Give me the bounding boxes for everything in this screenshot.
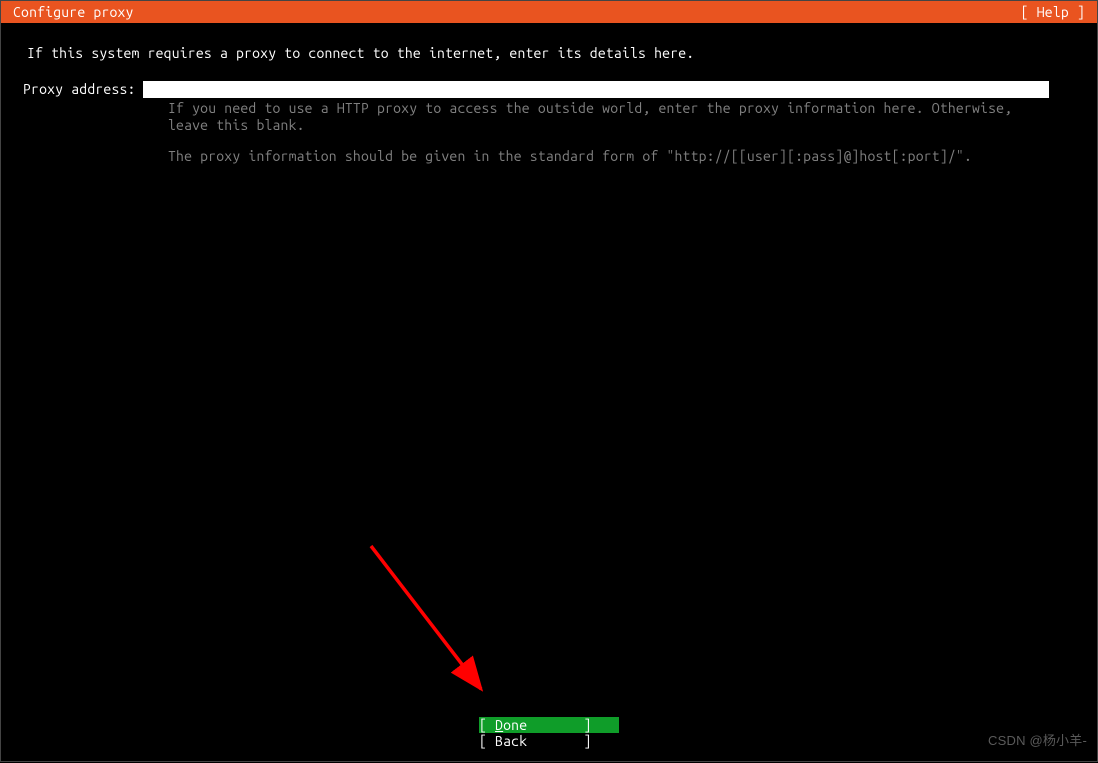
help-paragraph-2: The proxy information should be given in…: [168, 148, 1037, 165]
back-button[interactable]: [ Back ]: [479, 733, 619, 749]
proxy-address-label: Proxy address:: [21, 81, 143, 97]
header-bar: Configure proxy [ Help ]: [1, 1, 1097, 23]
help-button[interactable]: [ Help ]: [1021, 1, 1085, 23]
intro-text: If this system requires a proxy to conne…: [21, 45, 1077, 61]
content-area: If this system requires a proxy to conne…: [1, 23, 1097, 164]
proxy-address-input[interactable]: [143, 81, 1049, 98]
proxy-address-row: Proxy address:: [21, 81, 1077, 98]
page-title: Configure proxy: [13, 1, 134, 23]
done-button[interactable]: [ Done ]: [479, 717, 619, 733]
footer-buttons: [ Done ] [ Back ]: [1, 717, 1097, 749]
proxy-help-text: If you need to use a HTTP proxy to acces…: [168, 100, 1037, 164]
help-paragraph-1: If you need to use a HTTP proxy to acces…: [168, 100, 1037, 134]
watermark: CSDN @杨小羊-: [988, 730, 1087, 749]
